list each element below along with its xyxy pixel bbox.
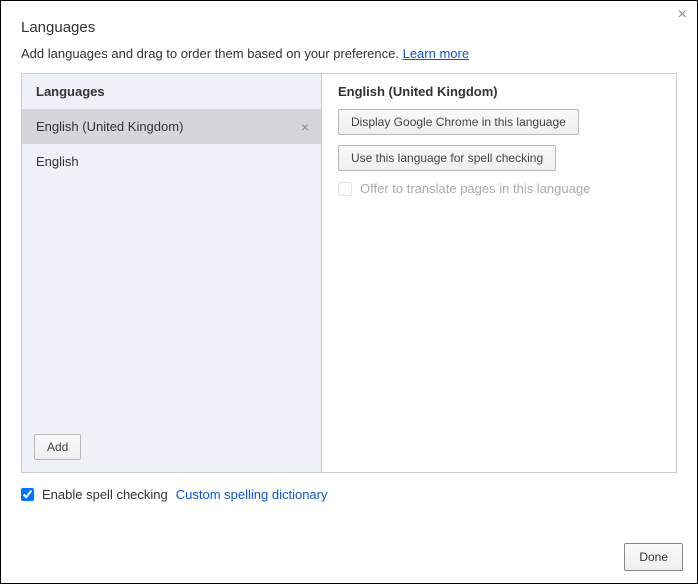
- add-row: Add: [22, 424, 321, 472]
- language-list-panel: Languages English (United Kingdom) × Eng…: [22, 74, 322, 472]
- spellcheck-row: Enable spell checking Custom spelling di…: [1, 473, 697, 502]
- remove-language-icon[interactable]: ×: [301, 119, 309, 135]
- offer-translate-row: Offer to translate pages in this languag…: [338, 181, 660, 196]
- enable-spellcheck-label: Enable spell checking: [42, 487, 168, 502]
- spellcheck-language-button[interactable]: Use this language for spell checking: [338, 145, 556, 171]
- language-item[interactable]: English (United Kingdom) ×: [22, 109, 321, 144]
- close-icon[interactable]: ×: [678, 7, 687, 23]
- language-detail-panel: English (United Kingdom) Display Google …: [322, 74, 676, 472]
- language-item[interactable]: English: [22, 144, 321, 179]
- dialog-subtitle: Add languages and drag to order them bas…: [1, 42, 697, 73]
- language-item-label: English (United Kingdom): [36, 119, 183, 134]
- done-row: Done: [624, 543, 683, 571]
- offer-translate-label: Offer to translate pages in this languag…: [360, 181, 590, 196]
- language-list: English (United Kingdom) × English: [22, 109, 321, 424]
- offer-translate-checkbox: [338, 182, 352, 196]
- custom-dictionary-link[interactable]: Custom spelling dictionary: [176, 487, 328, 502]
- languages-dialog: × Languages Add languages and drag to or…: [0, 0, 698, 584]
- enable-spellcheck-checkbox[interactable]: [21, 488, 34, 501]
- add-language-button[interactable]: Add: [34, 434, 81, 460]
- display-chrome-button[interactable]: Display Google Chrome in this language: [338, 109, 579, 135]
- learn-more-link[interactable]: Learn more: [403, 46, 469, 61]
- selected-language-header: English (United Kingdom): [338, 84, 660, 109]
- subtitle-text: Add languages and drag to order them bas…: [21, 46, 403, 61]
- done-button[interactable]: Done: [624, 543, 683, 571]
- language-item-label: English: [36, 154, 79, 169]
- panels: Languages English (United Kingdom) × Eng…: [21, 73, 677, 473]
- dialog-title: Languages: [1, 1, 697, 42]
- language-list-header: Languages: [22, 74, 321, 109]
